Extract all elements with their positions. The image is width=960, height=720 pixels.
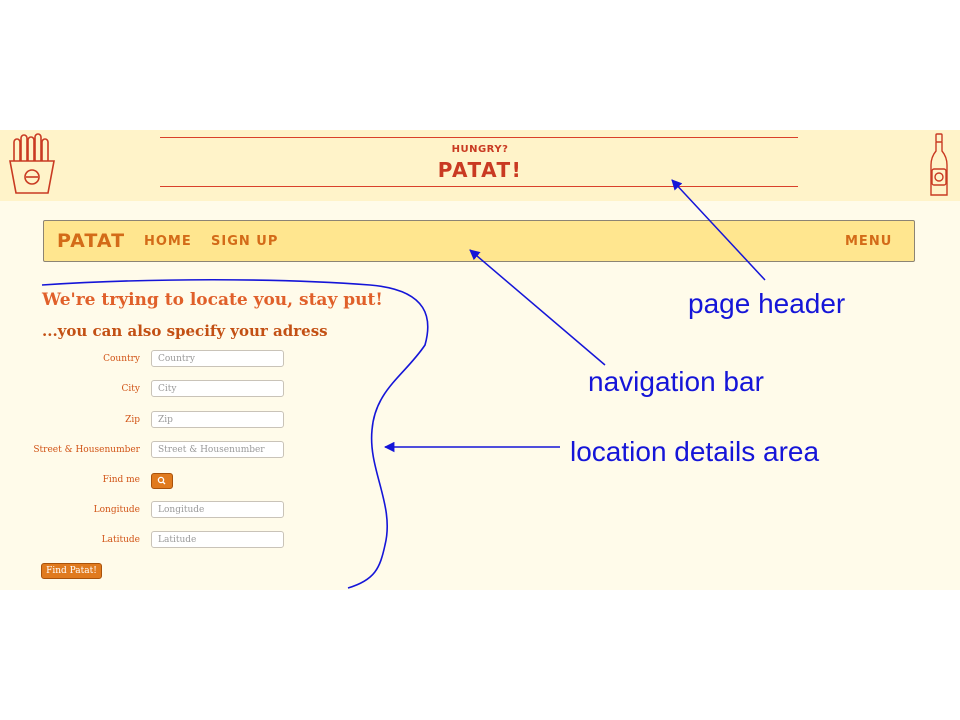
navigation-bar-arrow	[469, 249, 606, 366]
annotation-overlay	[41, 179, 766, 589]
page-header-callout: page header	[688, 288, 846, 319]
location-details-callout: location details area	[570, 436, 820, 467]
navigation-bar-callout: navigation bar	[588, 366, 764, 397]
location-area-outline	[41, 278, 429, 589]
page-header-arrow	[671, 179, 766, 281]
